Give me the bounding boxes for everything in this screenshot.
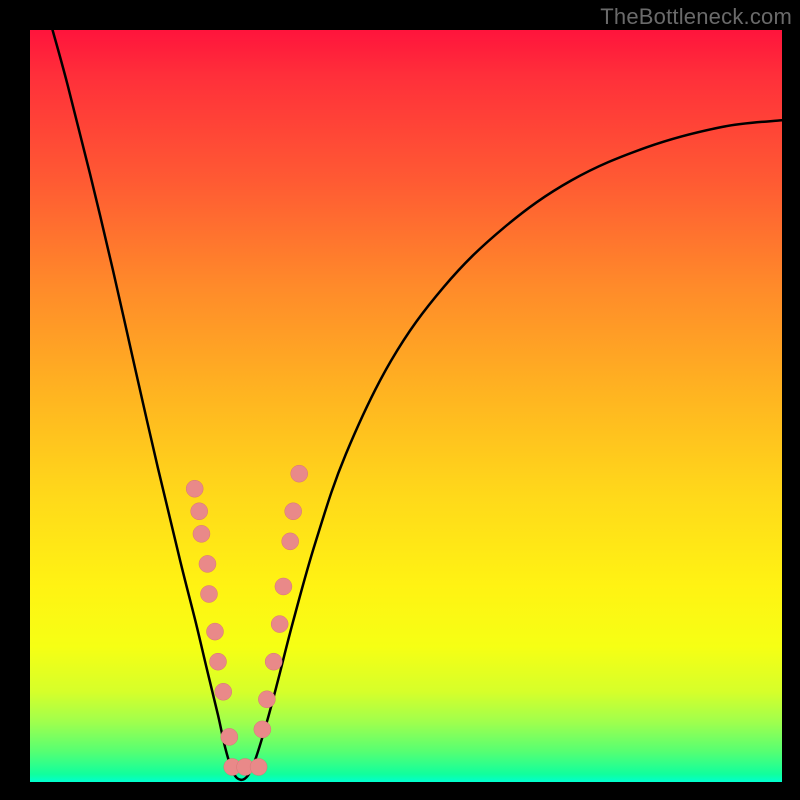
marker-dot [275,578,292,595]
marker-group [186,465,308,775]
marker-dot [215,683,232,700]
marker-dot [271,616,288,633]
bottleneck-curve [53,30,782,780]
marker-dot [285,503,302,520]
plot-area [30,30,782,782]
plot-svg [30,30,782,782]
marker-dot [258,691,275,708]
marker-dot [193,525,210,542]
marker-dot [210,653,227,670]
marker-dot [200,586,217,603]
attribution-text: TheBottleneck.com [600,4,792,30]
marker-dot [291,465,308,482]
marker-dot [254,721,271,738]
marker-dot [265,653,282,670]
marker-dot [199,555,216,572]
marker-dot [221,728,238,745]
marker-dot [206,623,223,640]
marker-dot [250,758,267,775]
marker-dot [191,503,208,520]
marker-dot [282,533,299,550]
marker-dot [186,480,203,497]
chart-frame: TheBottleneck.com [0,0,800,800]
